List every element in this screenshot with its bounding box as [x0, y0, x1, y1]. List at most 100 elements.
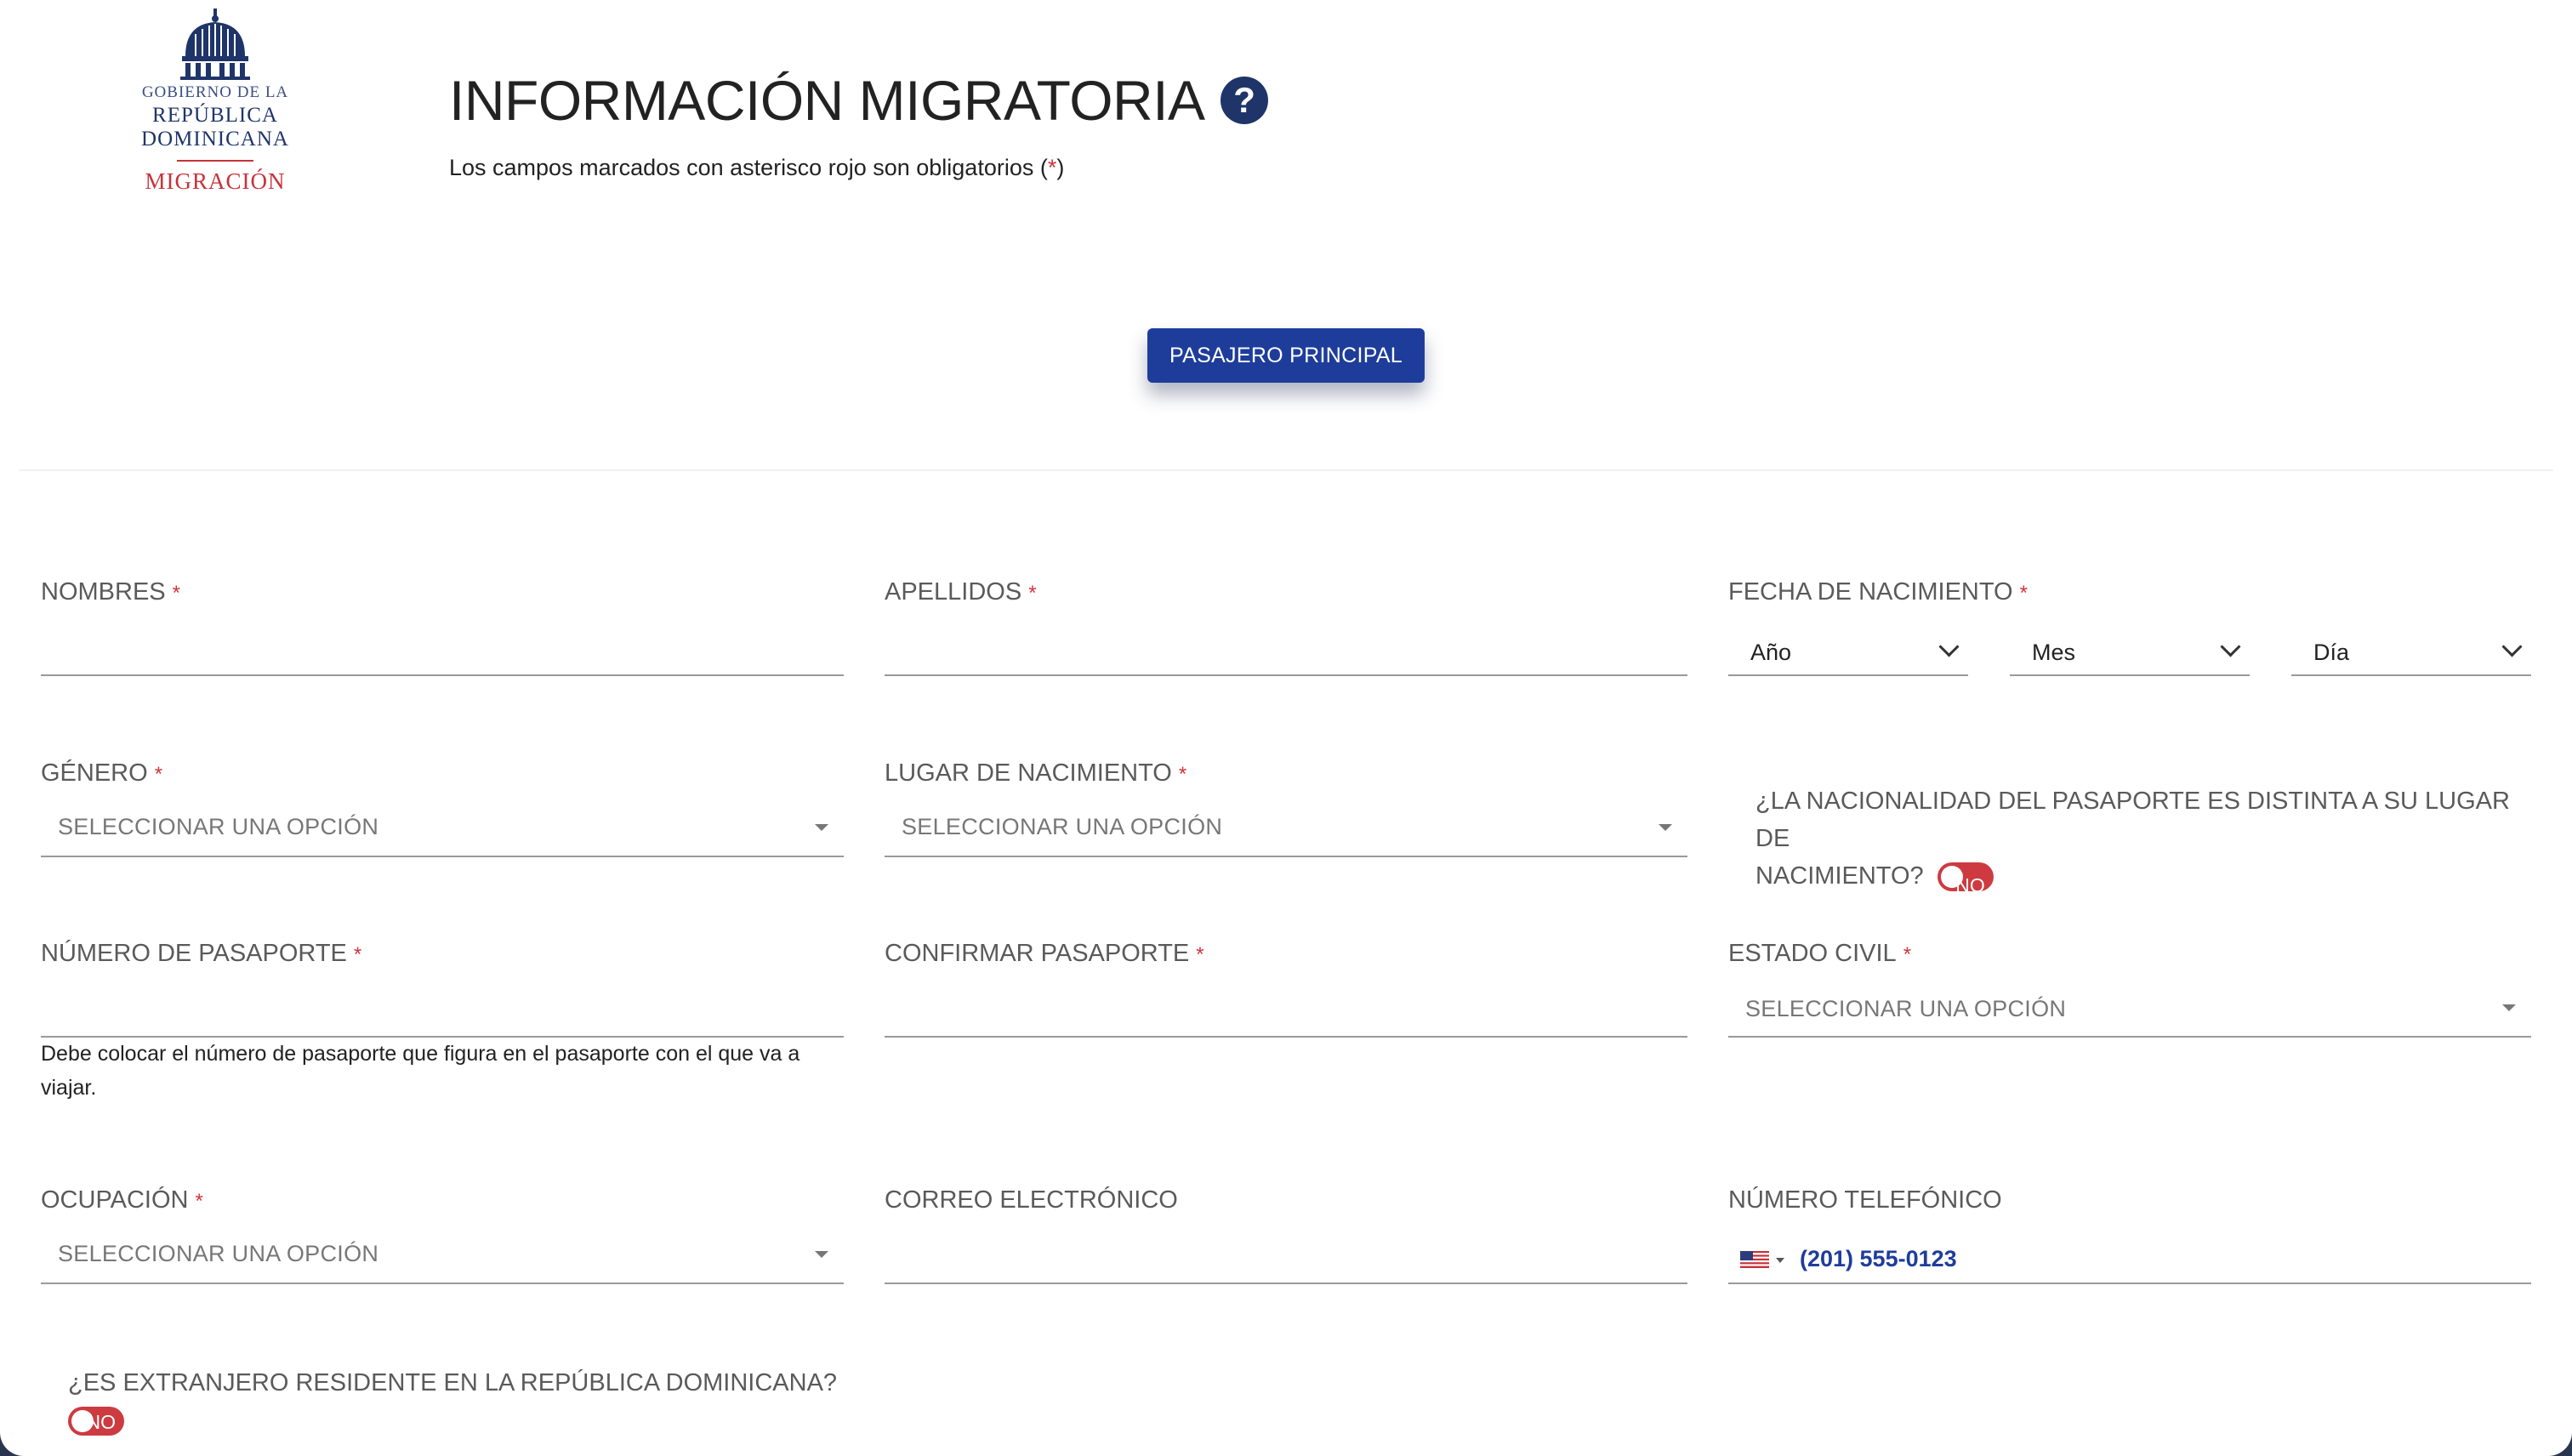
- nombres-input[interactable]: [41, 616, 844, 675]
- genero-select-value: SELECCIONAR UNA OPCIÓN: [58, 814, 379, 839]
- apellidos-label: APELLIDOS: [885, 578, 1022, 606]
- fecha-nacimiento-field: FECHA DE NACIMIENTO * Año Mes Día: [1728, 578, 2531, 677]
- country-code-select[interactable]: [1728, 1237, 1796, 1283]
- input-underline: [885, 1283, 1687, 1284]
- extranjero-question: ¿ES EXTRANJERO RESIDENTE EN LA REPÚBLICA…: [68, 1369, 838, 1396]
- required-asterisk: *: [2019, 582, 2028, 605]
- month-select-value: Mes: [2032, 640, 2076, 665]
- required-asterisk: *: [172, 582, 180, 605]
- confirmar-pasaporte-label: CONFIRMAR PASAPORTE: [885, 940, 1190, 967]
- question-circle-icon[interactable]: ?: [1221, 77, 1269, 124]
- input-underline: [885, 856, 1687, 857]
- logo-rule: [177, 160, 253, 162]
- migration-form-page: GOBIERNO DE LA REPÚBLICA DOMINICANA MIGR…: [0, 0, 2572, 1456]
- ocupacion-label: OCUPACIÓN: [41, 1186, 189, 1214]
- ocupacion-select[interactable]: SELECCIONAR UNA OPCIÓN: [41, 1226, 844, 1283]
- estado-civil-label: ESTADO CIVIL: [1728, 940, 1897, 967]
- caret-down-icon: [1776, 1258, 1784, 1263]
- subtitle-close: ): [1056, 155, 1065, 180]
- required-asterisk: *: [1903, 943, 1912, 966]
- required-asterisk: *: [1047, 155, 1057, 180]
- extranjero-residente-field: ¿ES EXTRANJERO RESIDENTE EN LA REPÚBLICA…: [68, 1364, 885, 1449]
- genero-field: GÉNERO * SELECCIONAR UNA OPCIÓN: [41, 759, 844, 858]
- logo-line-3: MIGRACIÓN: [145, 168, 286, 194]
- telefono-field: NÚMERO TELEFÓNICO (201) 555-0123: [1728, 1186, 2531, 1285]
- input-underline: [41, 674, 844, 676]
- telefono-input[interactable]: (201) 555-0123: [1800, 1246, 1957, 1272]
- logo-line-2: REPÚBLICA DOMINICANA: [141, 104, 289, 151]
- lugar-nacimiento-label: LUGAR DE NACIMIENTO: [885, 759, 1172, 787]
- apellidos-input[interactable]: [885, 616, 1687, 675]
- migracion-logo: GOBIERNO DE LA REPÚBLICA DOMINICANA MIGR…: [83, 9, 347, 194]
- toggle-label: NO: [86, 1411, 117, 1433]
- input-underline: [1728, 1036, 2531, 1038]
- page-subtitle: Los campos marcados con asterisco rojo s…: [449, 155, 1064, 181]
- input-underline: [41, 856, 844, 857]
- us-flag-icon: [1740, 1251, 1769, 1268]
- pasaporte-help-line-2: viajar.: [41, 1076, 97, 1100]
- caret-down-icon: [815, 1251, 828, 1258]
- lugar-nacimiento-select-value: SELECCIONAR UNA OPCIÓN: [902, 814, 1223, 839]
- correo-input[interactable]: [885, 1224, 1687, 1283]
- pasaporte-help-line-1: Debe colocar el número de pasaporte que …: [41, 1042, 800, 1066]
- telefono-label: NÚMERO TELEFÓNICO: [1728, 1186, 2002, 1214]
- required-asterisk: *: [353, 943, 362, 966]
- chevron-down-icon: [2220, 636, 2241, 657]
- genero-label: GÉNERO: [41, 759, 148, 787]
- extranjero-toggle[interactable]: NO: [68, 1407, 124, 1436]
- ocupacion-select-value: SELECCIONAR UNA OPCIÓN: [58, 1241, 379, 1266]
- numero-pasaporte-label: NÚMERO DE PASAPORTE: [41, 940, 347, 967]
- estado-civil-select-value: SELECCIONAR UNA OPCIÓN: [1745, 996, 2067, 1021]
- input-underline: [885, 674, 1687, 676]
- nacionalidad-distinta-field: ¿LA NACIONALIDAD DEL PASAPORTE ES DISTIN…: [1755, 782, 2546, 896]
- nombres-field: NOMBRES *: [41, 578, 844, 677]
- input-underline: [1728, 1283, 2531, 1284]
- chevron-down-icon: [2501, 636, 2523, 657]
- month-select[interactable]: Mes: [2010, 629, 2250, 677]
- year-select-value: Año: [1750, 640, 1792, 665]
- toggle-label: NO: [1955, 874, 1985, 897]
- apellidos-field: APELLIDOS *: [885, 578, 1687, 677]
- required-asterisk: *: [1196, 943, 1204, 966]
- estado-civil-select[interactable]: SELECCIONAR UNA OPCIÓN: [1728, 979, 2531, 1037]
- nacionalidad-question-line-2-wrap: NACIMIENTO? NO: [1755, 857, 2546, 896]
- lugar-nacimiento-select[interactable]: SELECCIONAR UNA OPCIÓN: [885, 799, 1687, 856]
- input-underline: [885, 1036, 1687, 1038]
- day-select-value: Día: [2313, 640, 2350, 665]
- input-underline: [1728, 674, 1968, 676]
- confirmar-pasaporte-field: CONFIRMAR PASAPORTE *: [885, 940, 1687, 1038]
- required-asterisk: *: [195, 1190, 203, 1213]
- genero-select[interactable]: SELECCIONAR UNA OPCIÓN: [41, 799, 844, 856]
- required-asterisk: *: [1028, 582, 1037, 605]
- pasajero-principal-button[interactable]: PASAJERO PRINCIPAL: [1147, 328, 1425, 383]
- estado-civil-field: ESTADO CIVIL * SELECCIONAR UNA OPCIÓN: [1728, 940, 2531, 1038]
- input-underline: [41, 1283, 844, 1284]
- pasaporte-help-text: Debe colocar el número de pasaporte que …: [41, 1037, 844, 1105]
- dome-icon: [180, 9, 250, 80]
- caret-down-icon: [815, 824, 828, 831]
- nacionalidad-question-line-2: NACIMIENTO?: [1755, 862, 1924, 890]
- nacionalidad-toggle[interactable]: NO: [1937, 862, 1994, 896]
- chevron-down-icon: [1938, 636, 1960, 657]
- nombres-label: NOMBRES: [41, 578, 166, 606]
- page-header: INFORMACIÓN MIGRATORIA ?: [449, 68, 1269, 133]
- caret-down-icon: [1659, 824, 1672, 831]
- correo-label: CORREO ELECTRÓNICO: [885, 1186, 1178, 1214]
- caret-down-icon: [2502, 1004, 2516, 1011]
- input-underline: [2291, 674, 2531, 676]
- input-underline: [2010, 674, 2250, 676]
- nacionalidad-question-line-1: ¿LA NACIONALIDAD DEL PASAPORTE ES DISTIN…: [1755, 788, 2510, 852]
- page-title: INFORMACIÓN MIGRATORIA: [449, 69, 1205, 132]
- lugar-nacimiento-field: LUGAR DE NACIMIENTO * SELECCIONAR UNA OPC…: [885, 759, 1687, 858]
- confirmar-pasaporte-input[interactable]: [885, 977, 1687, 1037]
- correo-field: CORREO ELECTRÓNICO: [885, 1186, 1687, 1285]
- ocupacion-field: OCUPACIÓN * SELECCIONAR UNA OPCIÓN: [41, 1186, 844, 1285]
- subtitle-text: Los campos marcados con asterisco rojo s…: [449, 155, 1048, 180]
- section-divider: [19, 469, 2553, 471]
- fecha-nacimiento-label: FECHA DE NACIMIENTO: [1728, 578, 2013, 606]
- numero-pasaporte-input[interactable]: [41, 977, 844, 1037]
- logo-line-1: GOBIERNO DE LA: [141, 83, 289, 101]
- numero-pasaporte-field: NÚMERO DE PASAPORTE * Debe colocar el núm…: [41, 940, 844, 1110]
- day-select[interactable]: Día: [2291, 629, 2531, 677]
- year-select[interactable]: Año: [1728, 629, 1968, 677]
